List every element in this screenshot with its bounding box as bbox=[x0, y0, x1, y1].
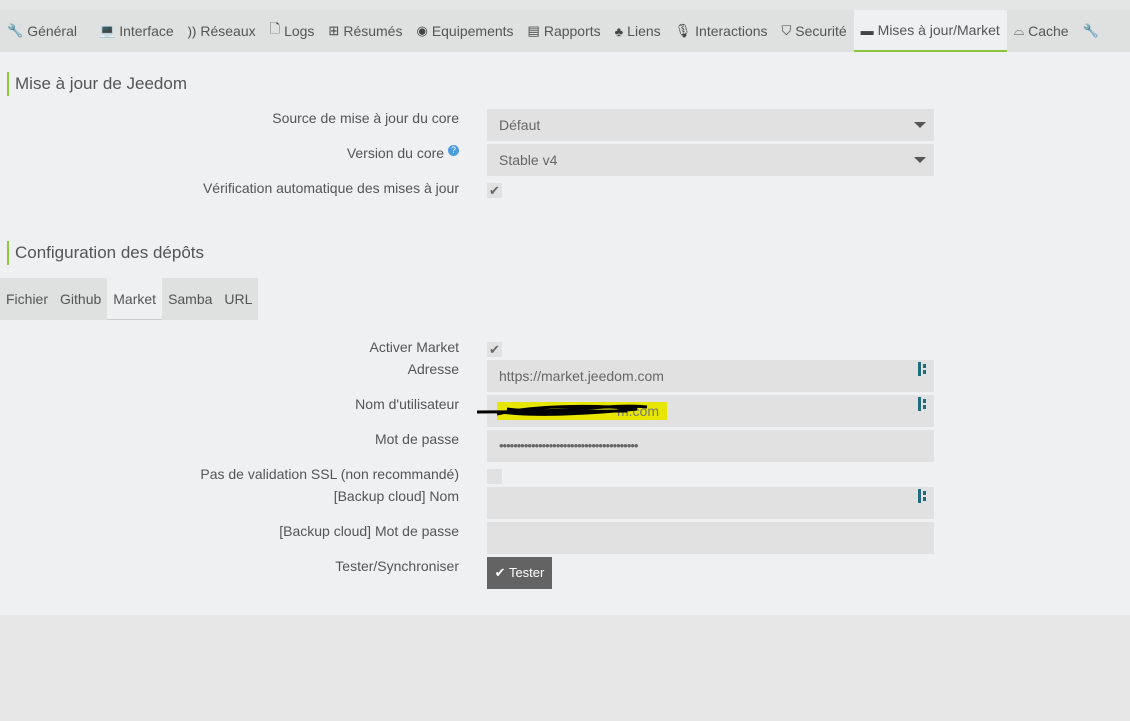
table-icon: ⊞ bbox=[328, 23, 340, 38]
tab-equipements[interactable]: ◉ Equipements bbox=[409, 10, 520, 52]
address-value: https://market.jeedom.com bbox=[499, 368, 664, 384]
tab-more[interactable]: 🔧 bbox=[1076, 10, 1110, 52]
tester-label: Tester bbox=[508, 565, 545, 580]
file-icon: 🗋 bbox=[269, 21, 281, 36]
password-label: Mot de passe bbox=[374, 431, 459, 447]
tab-g-n-ral[interactable]: 🔧 Général bbox=[0, 10, 84, 52]
top-strip bbox=[0, 0, 1130, 10]
password-manager-icon[interactable] bbox=[918, 397, 928, 411]
help-icon[interactable]: ? bbox=[448, 145, 459, 156]
tab-label: Interface bbox=[119, 23, 174, 39]
tab-r-seaux[interactable]: )) Réseaux bbox=[181, 10, 263, 52]
source-select[interactable]: Défaut bbox=[487, 109, 934, 141]
username-input[interactable]: m.com bbox=[477, 395, 934, 427]
tab-label: Résumés bbox=[343, 23, 403, 39]
chevron-down-icon bbox=[914, 157, 926, 163]
address-label: Adresse bbox=[407, 361, 459, 377]
laptop-icon: 💻 bbox=[99, 23, 116, 38]
tab-label: Mises à jour/Market bbox=[877, 22, 1000, 38]
sitemap-icon: ♣ bbox=[614, 23, 624, 39]
backup-pass-label: [Backup cloud] Mot de passe bbox=[279, 523, 459, 539]
repo-tab-url[interactable]: URL bbox=[218, 278, 258, 320]
backup-name-label: [Backup cloud] Nom bbox=[333, 488, 459, 504]
hdd-icon: ⌓ bbox=[1013, 23, 1025, 38]
ssl-checkbox[interactable] bbox=[487, 469, 502, 484]
tab-label: Equipements bbox=[431, 23, 514, 39]
check-icon: ✔ bbox=[494, 565, 506, 580]
tab-label: Général bbox=[27, 23, 77, 39]
tab-r-sum-s[interactable]: ⊞ Résumés bbox=[321, 10, 409, 52]
autocheck-checkbox[interactable]: ✔ bbox=[487, 183, 502, 198]
tab-liens[interactable]: ♣ Liens bbox=[608, 10, 668, 52]
password-manager-icon[interactable] bbox=[918, 362, 928, 376]
test-label: Tester/Synchroniser bbox=[335, 558, 459, 574]
tab-label: Securité bbox=[795, 23, 847, 39]
redaction-scribble bbox=[477, 404, 648, 416]
wrench-icon: 🔧 bbox=[7, 23, 24, 38]
tab-securit-[interactable]: ⛉ Securité bbox=[775, 10, 854, 52]
tab-label: Logs bbox=[284, 23, 315, 39]
repo-tab-fichier[interactable]: Fichier bbox=[0, 278, 54, 320]
tab-label: Interactions bbox=[695, 23, 768, 39]
tab-label: Réseaux bbox=[200, 23, 256, 39]
source-label: Source de mise à jour du core bbox=[272, 110, 459, 126]
chevron-down-icon bbox=[914, 122, 926, 128]
repo-tab-github[interactable]: Github bbox=[54, 278, 107, 320]
wrench-icon: 🔧 bbox=[1082, 23, 1099, 38]
tab-mises-jour-market[interactable]: ▬ Mises à jour/Market bbox=[853, 10, 1007, 52]
version-label-text: Version du core bbox=[346, 145, 445, 161]
tab-label: Cache bbox=[1028, 23, 1069, 39]
password-input[interactable]: ••••••••••••••••••••••••••••••••••••••• bbox=[487, 430, 934, 462]
enable-market-label: Activer Market bbox=[369, 339, 459, 355]
repo-tab-market[interactable]: Market bbox=[107, 278, 163, 320]
tab-cache[interactable]: ⌓ Cache bbox=[1007, 10, 1076, 52]
section-title-repos: Configuration des dépôts bbox=[7, 241, 204, 265]
address-input[interactable]: https://market.jeedom.com bbox=[487, 360, 934, 392]
version-select[interactable]: Stable v4 bbox=[487, 144, 934, 176]
tab-label: Liens bbox=[627, 23, 661, 39]
version-label: Version du core ? bbox=[347, 145, 459, 161]
equipment-icon: ◉ bbox=[416, 23, 428, 38]
repo-tab-samba[interactable]: Samba bbox=[162, 278, 218, 320]
backup-pass-input[interactable] bbox=[487, 522, 934, 554]
enable-market-checkbox[interactable]: ✔ bbox=[487, 342, 502, 357]
ssl-label: Pas de validation SSL (non recommandé) bbox=[200, 466, 459, 482]
config-tabs: 🔧 Général 💻 Interface)) Réseaux 🗋 Logs ⊞ Résumés… bbox=[0, 10, 1130, 52]
password-manager-icon[interactable] bbox=[918, 489, 928, 503]
report-icon: ▤ bbox=[527, 23, 540, 38]
tab-rapports[interactable]: ▤ Rapports bbox=[521, 10, 608, 52]
rss-icon: )) bbox=[187, 23, 197, 39]
tab-logs[interactable]: 🗋 Logs bbox=[263, 10, 322, 52]
autocheck-label: Vérification automatique des mises à jou… bbox=[202, 180, 459, 196]
version-value: Stable v4 bbox=[499, 152, 558, 168]
backup-name-input[interactable] bbox=[487, 487, 934, 519]
credit-card-icon: ▬ bbox=[860, 22, 874, 38]
page: Mise à jour de Jeedom Source de mise à j… bbox=[0, 52, 1130, 615]
section-title-update: Mise à jour de Jeedom bbox=[7, 72, 187, 96]
tab-label: Rapports bbox=[543, 23, 601, 39]
source-value: Défaut bbox=[499, 117, 541, 133]
microphone-icon: 🎙 bbox=[674, 23, 692, 38]
tab-interface[interactable]: 💻 Interface bbox=[92, 10, 181, 52]
shield-icon: ⛉ bbox=[781, 23, 792, 38]
username-label: Nom d'utilisateur bbox=[355, 396, 459, 412]
tab-interactions[interactable]: 🎙 Interactions bbox=[668, 10, 775, 52]
repo-tabs: Fichier Github Market Samba URL bbox=[0, 278, 259, 320]
tester-button[interactable]: ✔ Tester bbox=[487, 557, 552, 589]
